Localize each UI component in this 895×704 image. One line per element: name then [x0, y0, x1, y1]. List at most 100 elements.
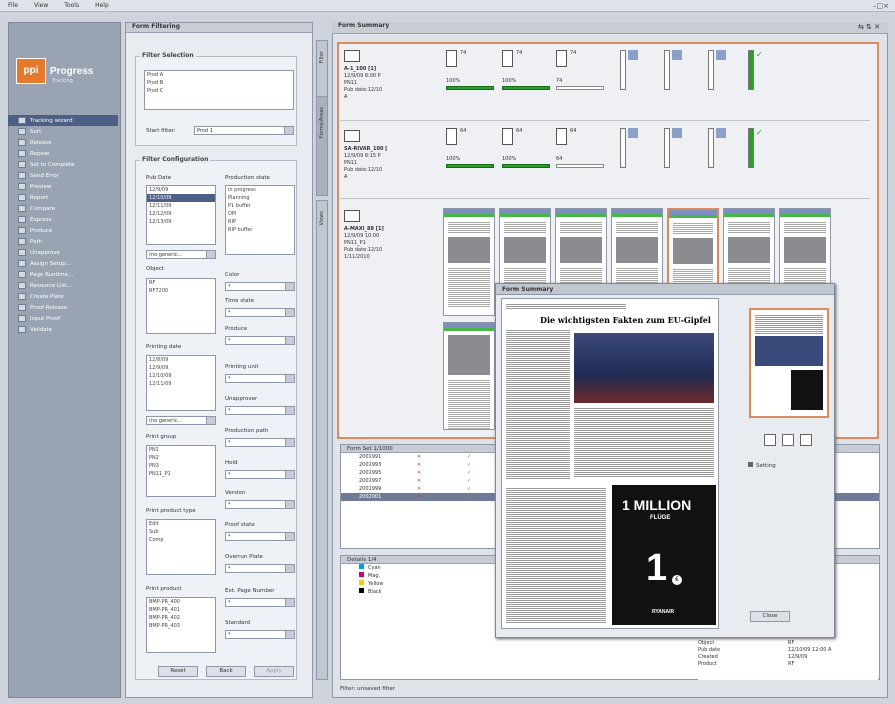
sidebar-item-unapprove[interactable]: Unapprove — [8, 247, 118, 258]
list-item[interactable]: BMP-PR_403 — [147, 622, 215, 630]
list-item[interactable]: PN1 — [147, 446, 215, 454]
overrun-plate-combo[interactable]: * — [225, 564, 295, 573]
list-item[interactable]: OPI — [226, 210, 294, 218]
list-item[interactable]: BMP-PR_401 — [147, 606, 215, 614]
proof-state-combo[interactable]: * — [225, 532, 295, 541]
start-filter-combo[interactable]: Prod 1 — [194, 126, 294, 135]
menu-file[interactable]: File — [8, 2, 18, 9]
list-item[interactable]: Edit — [147, 520, 215, 528]
list-item[interactable]: 12/13/09 — [147, 218, 215, 226]
menu-view[interactable]: View — [34, 2, 48, 9]
sidebar-item-repeat[interactable]: Repeat — [8, 148, 118, 159]
sidebar-item-sort[interactable]: Sort — [8, 126, 118, 137]
main-toolbar-icons[interactable]: ⇆ ⇅ ✕ — [858, 23, 880, 31]
sidebar-item-assign-setup[interactable]: Assign Setup... — [8, 258, 118, 269]
list-item[interactable]: Planning — [226, 194, 294, 202]
production-path-combo[interactable]: * — [225, 438, 295, 447]
sidebar-item-input-proof[interactable]: Input Proof — [8, 313, 118, 324]
list-item[interactable]: Comp — [147, 536, 215, 544]
list-item[interactable]: 12/9/09 — [147, 186, 215, 194]
sidebar-item-tracking-wizard[interactable]: Tracking wizard — [8, 115, 118, 126]
pub-date-list[interactable]: 12/9/09 12/10/09 12/11/09 12/12/09 12/13… — [146, 185, 216, 245]
list-item[interactable]: P1 buffer — [226, 202, 294, 210]
print-product-list[interactable]: BMP-PR_400 BMP-PR_401 BMP-PR_402 BMP-PR_… — [146, 597, 216, 653]
sidebar-item-validate[interactable]: Validate — [8, 324, 118, 335]
close-button[interactable]: Close — [750, 611, 790, 622]
sidebar-item-compare[interactable]: Compare — [8, 203, 118, 214]
sidebar-item-proof-release[interactable]: Proof Release — [8, 302, 118, 313]
sidebar-item-label: Unapprove — [30, 249, 61, 256]
printing-unit-combo[interactable]: * — [225, 374, 295, 383]
printing-date-label: Printing date — [146, 344, 182, 350]
page-thumbnail[interactable] — [443, 208, 495, 316]
produce-combo[interactable]: * — [225, 336, 295, 345]
page-thumbnail[interactable] — [749, 308, 829, 418]
fit-page-icon[interactable] — [782, 434, 794, 446]
list-item[interactable]: BMP-PR_402 — [147, 614, 215, 622]
list-item[interactable]: 12/11/09 — [147, 380, 215, 388]
back-button[interactable]: Back — [206, 666, 246, 677]
sidebar-item-produce[interactable]: Produce — [8, 225, 118, 236]
menu-help[interactable]: Help — [95, 2, 109, 9]
list-item[interactable]: Prod A — [145, 71, 293, 79]
sidebar-item-create-plate[interactable]: Create Plate — [8, 291, 118, 302]
unapprover-combo[interactable]: * — [225, 406, 295, 415]
list-item[interactable]: Prod B — [145, 79, 293, 87]
list-item[interactable]: PN11_P1 — [147, 470, 215, 478]
tab-views[interactable]: Views — [316, 200, 328, 680]
row2-info[interactable]: SA-RIVAR_100 [ 12/9/09 8:15 P PN11 Pub d… — [344, 146, 387, 181]
list-item[interactable]: BMP-PR_400 — [147, 598, 215, 606]
hold-combo[interactable]: * — [225, 470, 295, 479]
sidebar-item-preview[interactable]: Preview — [8, 181, 118, 192]
list-item[interactable]: 12/8/09 — [147, 356, 215, 364]
window-controls[interactable]: –□× — [873, 2, 889, 10]
page-thumbnail[interactable] — [443, 322, 495, 430]
prev-page-icon[interactable] — [764, 434, 776, 446]
color-combo[interactable]: * — [225, 282, 295, 291]
produce-label: Produce — [225, 326, 248, 332]
ext-page-number-combo[interactable]: * — [225, 598, 295, 607]
print-product-type-list[interactable]: Edit Sub Comp — [146, 519, 216, 575]
pub-date-generic-combo[interactable]: (no generic... — [146, 250, 216, 259]
list-item[interactable]: in progress — [226, 186, 294, 194]
printing-date-generic-combo[interactable]: (no generic... — [146, 416, 216, 425]
list-item[interactable]: RIP buffer — [226, 226, 294, 234]
list-item[interactable]: PN3 — [147, 462, 215, 470]
sidebar-item-express[interactable]: Express — [8, 214, 118, 225]
list-item[interactable]: 12/11/09 — [147, 202, 215, 210]
standard-combo[interactable]: * — [225, 630, 295, 639]
time-state-combo[interactable]: * — [225, 308, 295, 317]
combo-text: * — [228, 502, 231, 508]
reset-button[interactable]: Reset — [158, 666, 198, 677]
sidebar-item-send-error[interactable]: Send Error — [8, 170, 118, 181]
sidebar-item-page-runtime[interactable]: Page Runtime... — [8, 269, 118, 280]
list-item[interactable]: PN2 — [147, 454, 215, 462]
list-item[interactable]: 12/9/09 — [147, 364, 215, 372]
list-item[interactable]: Sub — [147, 528, 215, 536]
menu-tools[interactable]: Tools — [64, 2, 79, 9]
sidebar-item-set-to-complete[interactable]: Set to Complete — [8, 159, 118, 170]
production-state-list[interactable]: in progress Planning P1 buffer OPI RIP R… — [225, 185, 295, 255]
version-combo[interactable]: * — [225, 500, 295, 509]
printing-date-list[interactable]: 12/8/09 12/9/09 12/10/09 12/11/09 — [146, 355, 216, 411]
sidebar-item-path[interactable]: Path — [8, 236, 118, 247]
sidebar-item-report[interactable]: Report — [8, 192, 118, 203]
tab-forms-areas[interactable]: Forms/Areas — [316, 96, 328, 196]
apply-button[interactable]: Apply — [254, 666, 294, 677]
row3-info[interactable]: A-MAXI_88 [1] 12/9/09 10:00 PN11_P1 Pub … — [344, 226, 384, 261]
sidebar-item-release[interactable]: Release — [8, 137, 118, 148]
product-list[interactable]: Prod A Prod B Prod C — [144, 70, 294, 110]
list-item[interactable]: RIP — [226, 218, 294, 226]
sidebar-item-resource-list[interactable]: Resource List... — [8, 280, 118, 291]
thumb-text — [448, 379, 490, 429]
print-group-list[interactable]: PN1 PN2 PN3 PN11_P1 — [146, 445, 216, 497]
list-item[interactable]: 12/12/09 — [147, 210, 215, 218]
list-item[interactable]: RF7200 — [147, 287, 215, 295]
list-item[interactable]: RF — [147, 279, 215, 287]
next-page-icon[interactable] — [800, 434, 812, 446]
list-item[interactable]: 12/10/09 — [147, 372, 215, 380]
row1-info[interactable]: A-1_100 [1] 12/9/09 8:00 P PN11 Pub date… — [344, 66, 382, 101]
list-item[interactable]: Prod C — [145, 87, 293, 95]
list-item[interactable]: 12/10/09 — [147, 194, 215, 202]
object-list[interactable]: RF RF7200 — [146, 278, 216, 334]
